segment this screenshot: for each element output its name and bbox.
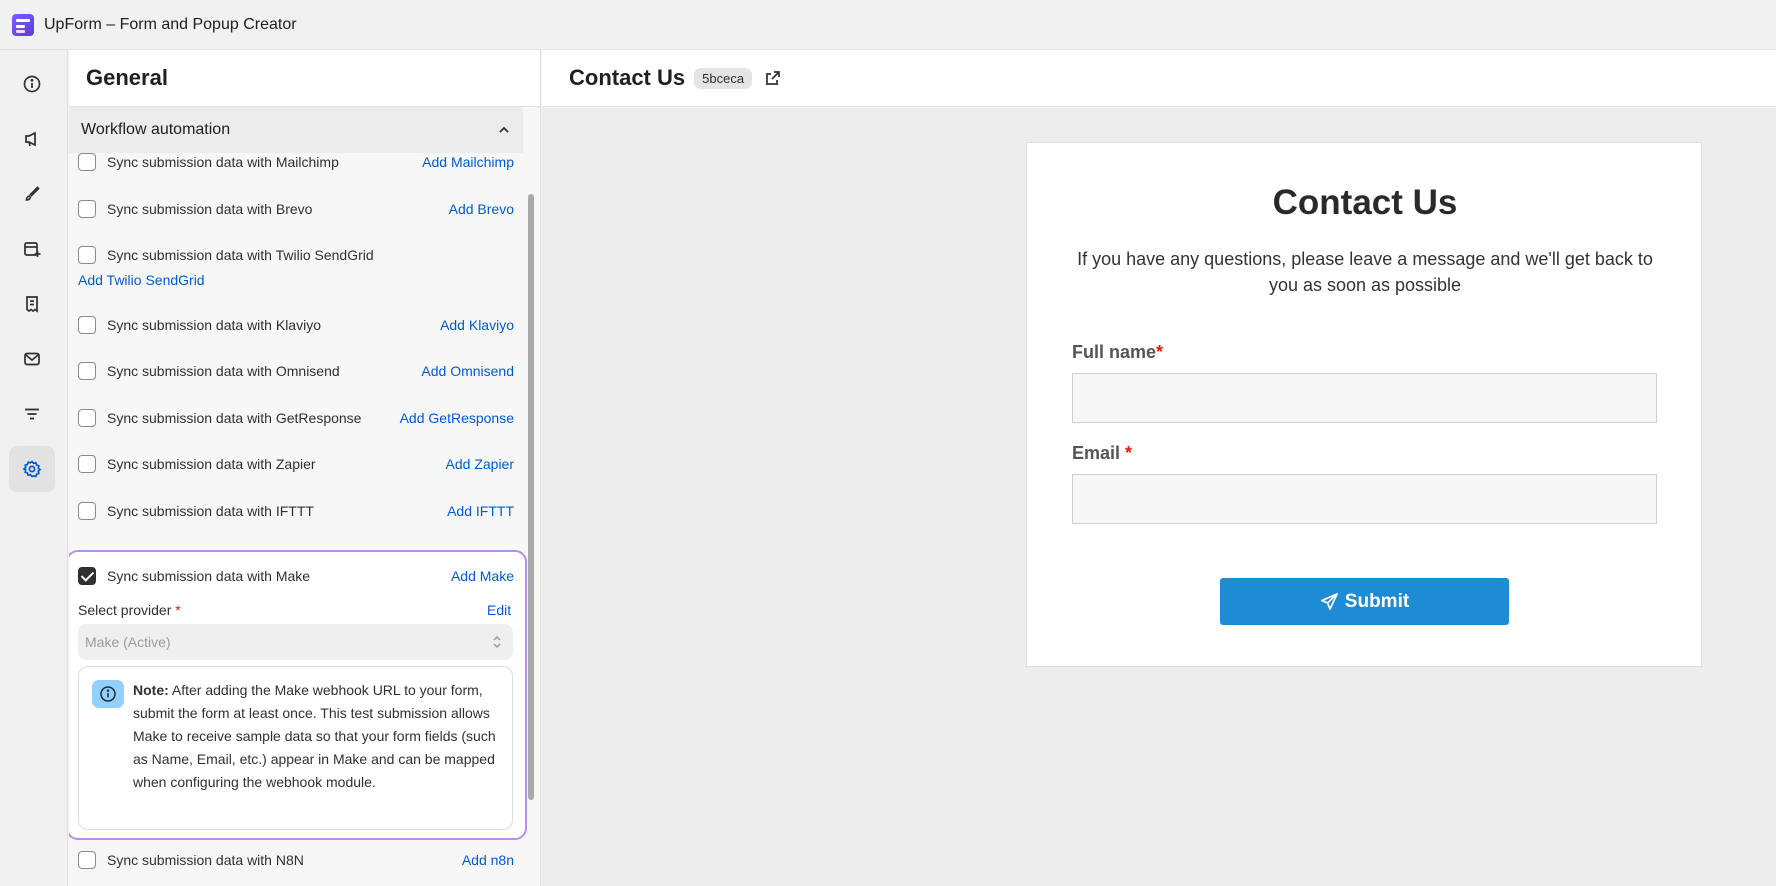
icon-rail bbox=[0, 50, 68, 886]
add-twilio-sendgrid-link[interactable]: Add Twilio SendGrid bbox=[78, 272, 205, 288]
send-icon bbox=[1320, 593, 1338, 610]
add-omnisend-link[interactable]: Add Omnisend bbox=[421, 363, 514, 379]
note-title: Note: bbox=[133, 682, 169, 698]
form-card: Contact Us If you have any questions, pl… bbox=[1026, 142, 1702, 667]
form-description: If you have any questions, please leave … bbox=[1077, 249, 1653, 295]
integration-row-omnisend: Sync submission data with Omnisend Add O… bbox=[78, 359, 514, 383]
add-brevo-link[interactable]: Add Brevo bbox=[449, 201, 514, 217]
note-text: After adding the Make webhook URL to you… bbox=[133, 682, 496, 790]
checkbox[interactable] bbox=[78, 153, 96, 171]
section-title: Workflow automation bbox=[81, 121, 231, 138]
integration-row-getresponse: Sync submission data with GetResponse Ad… bbox=[78, 406, 514, 430]
integration-row-make: Sync submission data with Make Add Make bbox=[78, 564, 514, 588]
integration-row-klaviyo: Sync submission data with Klaviyo Add Kl… bbox=[78, 313, 514, 337]
checkbox[interactable] bbox=[78, 409, 96, 427]
integration-label: Sync submission data with Twilio SendGri… bbox=[107, 247, 374, 263]
add-make-link[interactable]: Add Make bbox=[451, 568, 514, 584]
settings-panel: General Workflow automation Sync submiss… bbox=[69, 50, 541, 886]
checkbox[interactable] bbox=[78, 316, 96, 334]
select-chevrons-icon bbox=[493, 635, 501, 649]
required-mark: * bbox=[1156, 342, 1164, 362]
field-label-text: Email bbox=[1072, 443, 1126, 463]
app-titlebar: UpForm – Form and Popup Creator bbox=[0, 0, 1776, 50]
add-n8n-link[interactable]: Add n8n bbox=[462, 852, 514, 868]
workflow-automation-header[interactable]: Workflow automation bbox=[69, 107, 523, 153]
add-mailchimp-link[interactable]: Add Mailchimp bbox=[422, 154, 514, 170]
checkbox[interactable] bbox=[78, 502, 96, 520]
provider-label-text: Select provider bbox=[78, 602, 172, 618]
add-klaviyo-link[interactable]: Add Klaviyo bbox=[440, 317, 514, 333]
info-circle-icon bbox=[92, 680, 124, 708]
select-provider-label: Select provider * bbox=[78, 602, 181, 618]
integration-label: Sync submission data with Omnisend bbox=[107, 363, 340, 379]
integration-row-ifttt: Sync submission data with IFTTT Add IFTT… bbox=[78, 499, 514, 523]
form-id-badge: 5bceca bbox=[694, 67, 753, 89]
gear-icon[interactable] bbox=[9, 446, 55, 492]
form-add-icon[interactable] bbox=[9, 226, 55, 272]
integration-row-twilio-sendgrid: Sync submission data with Twilio SendGri… bbox=[78, 243, 514, 267]
integration-label: Sync submission data with Klaviyo bbox=[107, 317, 321, 333]
provider-select[interactable]: Make (Active) bbox=[78, 624, 513, 660]
integration-label: Sync submission data with Make bbox=[107, 568, 311, 584]
integration-row-brevo: Sync submission data with Brevo Add Brev… bbox=[78, 197, 514, 221]
add-getresponse-link[interactable]: Add GetResponse bbox=[400, 410, 514, 426]
filter-icon[interactable] bbox=[9, 391, 55, 437]
field-label-text: Full name bbox=[1072, 342, 1157, 362]
integration-label: Sync submission data with GetResponse bbox=[107, 410, 362, 426]
required-mark: * bbox=[1125, 443, 1133, 463]
email-label: Email * bbox=[1072, 443, 1132, 464]
add-ifttt-link[interactable]: Add IFTTT bbox=[447, 503, 514, 519]
checkbox[interactable] bbox=[78, 246, 96, 264]
chevron-up-icon[interactable] bbox=[497, 123, 511, 137]
full-name-input[interactable] bbox=[1072, 373, 1657, 423]
form-title: Contact Us bbox=[1272, 183, 1458, 222]
required-mark: * bbox=[175, 602, 181, 618]
email-input[interactable] bbox=[1072, 474, 1657, 524]
brush-icon[interactable] bbox=[9, 171, 55, 217]
checkbox[interactable] bbox=[78, 851, 96, 869]
provider-select-value: Make (Active) bbox=[85, 634, 171, 650]
integration-row-n8n: Sync submission data with N8N Add n8n bbox=[78, 848, 514, 872]
receipt-icon[interactable] bbox=[9, 281, 55, 327]
integration-label: Sync submission data with N8N bbox=[107, 852, 304, 868]
checkbox[interactable] bbox=[78, 362, 96, 380]
twilio-link-row: Add Twilio SendGrid bbox=[78, 270, 514, 290]
checkbox[interactable] bbox=[78, 200, 96, 218]
external-link-icon[interactable] bbox=[764, 69, 782, 87]
add-zapier-link[interactable]: Add Zapier bbox=[446, 456, 514, 472]
submit-label: Submit bbox=[1344, 590, 1410, 612]
mail-icon[interactable] bbox=[9, 336, 55, 382]
panel-header: General bbox=[69, 50, 540, 107]
integration-label: Sync submission data with Zapier bbox=[107, 456, 316, 472]
integration-label: Sync submission data with IFTTT bbox=[107, 503, 314, 519]
make-note-banner: Note: After adding the Make webhook URL … bbox=[78, 666, 513, 830]
integration-row-zapier: Sync submission data with Zapier Add Zap… bbox=[78, 452, 514, 476]
megaphone-icon[interactable] bbox=[9, 116, 55, 162]
edit-provider-link[interactable]: Edit bbox=[487, 602, 511, 618]
info-icon[interactable] bbox=[9, 61, 55, 107]
preview-title: Contact Us bbox=[569, 65, 686, 90]
integration-row-mailchimp: Sync submission data with Mailchimp Add … bbox=[78, 150, 514, 174]
checkbox-checked[interactable] bbox=[78, 567, 96, 585]
integration-label: Sync submission data with Brevo bbox=[107, 201, 313, 217]
full-name-label: Full name* bbox=[1072, 342, 1163, 363]
submit-button[interactable]: Submit bbox=[1220, 578, 1509, 625]
panel-title: General bbox=[86, 65, 168, 90]
integration-label: Sync submission data with Mailchimp bbox=[107, 154, 339, 170]
app-logo bbox=[12, 13, 34, 36]
preview-header: Contact Us 5bceca bbox=[542, 50, 1776, 107]
checkbox[interactable] bbox=[78, 455, 96, 473]
scrollbar[interactable] bbox=[528, 194, 534, 800]
app-title: UpForm – Form and Popup Creator bbox=[44, 15, 297, 33]
